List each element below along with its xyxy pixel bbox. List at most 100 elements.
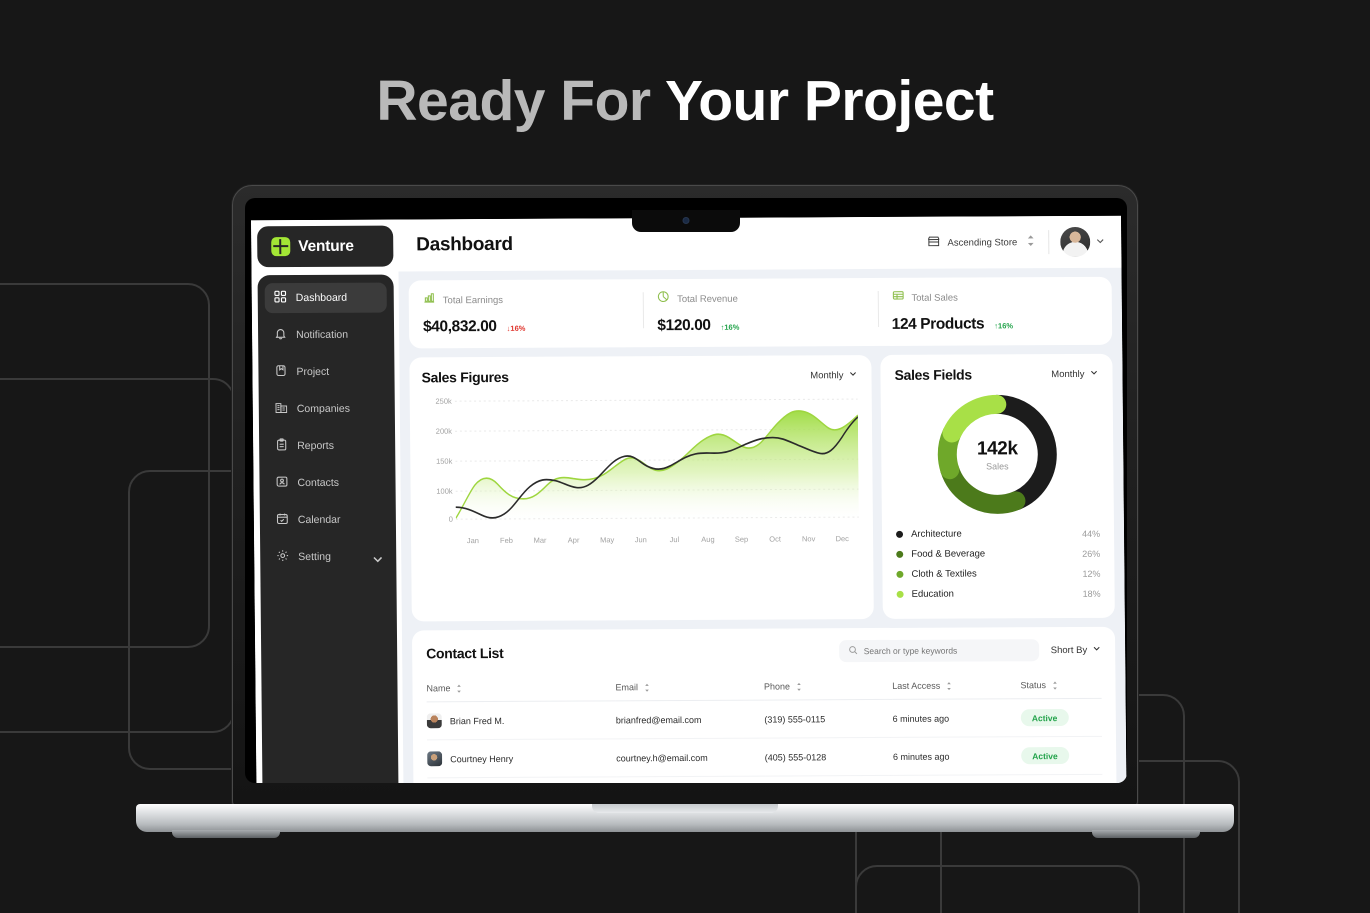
legend-dot [896,590,904,598]
table-icon [891,289,904,307]
sort-by-selector[interactable]: Short By [1051,644,1102,656]
column-header-last-access[interactable]: Last Access [892,673,1021,700]
laptop-screen: Venture Dashboard Notification Project C… [245,198,1127,783]
x-tick: Apr [567,535,580,545]
bar-chart-icon [423,291,436,309]
search-icon [848,642,858,660]
y-tick: 100k [436,486,453,496]
column-header-email[interactable]: Email [615,674,765,701]
contact-list-card: Contact List Search or type keywords Sho… [411,626,1117,783]
legend-dot [896,530,904,538]
background-rect-6 [855,865,1140,913]
sort-updown-icon [644,683,649,692]
search-input[interactable] [863,645,1030,657]
sidebar-nav: Dashboard Notification Project Companies… [257,274,399,783]
legend-label: Food & Beverage [911,548,986,560]
contact-last-access [893,774,1022,783]
store-icon [927,235,940,251]
x-tick: Nov [801,534,816,544]
period-selector[interactable]: Monthly [810,369,857,381]
chevron-down-icon[interactable] [1095,233,1105,251]
bell-icon [274,327,287,343]
legend-percent: 12% [1082,568,1101,579]
sidebar-item-reports[interactable]: Reports [266,431,388,462]
status-badge: Active [1020,709,1069,727]
column-header-name[interactable]: Name [426,675,616,702]
screen-notch [632,210,740,232]
column-header-phone[interactable]: Phone [763,673,893,701]
legend-dot [896,570,904,578]
stat-total-earnings: Total Earnings $40,832.00 ↓16% [409,290,644,336]
stat-label: Total Revenue [677,293,738,305]
chevron-down-icon [1092,644,1101,656]
x-tick: Feb [499,535,513,545]
page-title: Dashboard [416,233,513,256]
sidebar-item-notification[interactable]: Notification [265,320,387,351]
table-row[interactable]: Courtney Henry courtney.h@email.com (405… [426,736,1103,778]
legend-item: Cloth & Textiles 12% [896,568,1100,580]
x-tick: Dec [835,534,849,544]
laptop-mockup: Venture Dashboard Notification Project C… [136,185,1234,838]
y-axis-labels: 250k 200k 150k 100k 0 [422,395,453,524]
x-tick: Aug [701,534,715,544]
chevron-down-icon[interactable] [371,552,383,562]
poster-stage: Ready For Your Project Venture Dashboard… [0,0,1370,913]
sales-figures-chart: 250k 200k 150k 100k 0 Jan Feb Mar Apr Ma… [422,393,859,545]
sidebar-item-setting[interactable]: Setting [267,542,389,573]
avatar [427,751,443,767]
avatar [426,713,442,729]
sort-by-label: Short By [1050,644,1088,656]
donut-center-label: 142k Sales [935,392,1060,517]
sidebar-item-companies[interactable]: Companies [266,394,388,425]
column-header-status[interactable]: Status [1020,672,1102,699]
grid-icon [274,290,287,306]
avatar [1060,226,1091,258]
brand-name: Venture [298,237,354,255]
contact-card-icon [275,475,288,491]
store-selector[interactable]: Ascending Store [927,234,1037,251]
sidebar-item-project[interactable]: Project [265,357,387,388]
contact-email [616,776,766,783]
search-box[interactable] [838,639,1039,663]
user-menu[interactable] [1060,226,1105,258]
x-tick: Sep [734,534,749,544]
donut-sublabel: Sales [986,460,1009,471]
stat-delta: ↑16% [994,321,1014,331]
period-selector[interactable]: Monthly [1051,368,1098,380]
donut-legend: Architecture 44% Food & Beverage 26% Clo… [896,528,1101,600]
clipboard-icon [275,438,288,454]
period-label: Monthly [1051,368,1085,380]
stat-label: Total Sales [911,292,958,304]
legend-item: Education 18% [896,588,1101,600]
contact-name: Courtney Henry [450,753,514,764]
sidebar-item-contacts[interactable]: Contacts [266,468,388,499]
sidebar: Venture Dashboard Notification Project C… [251,219,404,783]
main-area: Dashboard Ascending Store Total Earnings… [398,215,1127,783]
table-row[interactable]: Brian Fred M. brianfred@email.com (319) … [426,698,1102,740]
chevron-down-icon [1089,368,1098,380]
sidebar-item-label: Setting [298,550,331,564]
brand-logo-block[interactable]: Venture [257,225,394,268]
stat-total-revenue: Total Revenue $120.00 ↑16% [643,289,878,335]
contacts-table: Name Email Phone Last Access Status Bria… [426,672,1103,783]
chevron-down-icon [848,369,857,381]
x-tick: Jun [634,535,647,545]
sidebar-item-calendar[interactable]: Calendar [267,505,389,536]
legend-dot [896,550,904,558]
legend-item: Architecture 44% [896,528,1100,540]
card-title: Sales Figures [421,368,509,386]
sidebar-item-label: Notification [296,328,349,342]
sidebar-item-dashboard[interactable]: Dashboard [264,282,387,314]
y-tick: 0 [448,514,453,524]
stat-delta: ↑16% [720,322,740,332]
sort-updown-icon[interactable] [1024,234,1037,250]
dashboard-app: Venture Dashboard Notification Project C… [251,215,1127,783]
stat-delta: ↓16% [506,323,526,333]
contact-email: brianfred@email.com [615,700,765,739]
building-icon [275,401,288,417]
legend-label: Architecture [910,528,962,540]
sidebar-item-label: Reports [297,439,334,453]
content-scroll: Total Earnings $40,832.00 ↓16% Total Rev… [398,267,1127,783]
donut-value: 142k [976,437,1018,459]
x-tick: Jan [466,536,479,546]
